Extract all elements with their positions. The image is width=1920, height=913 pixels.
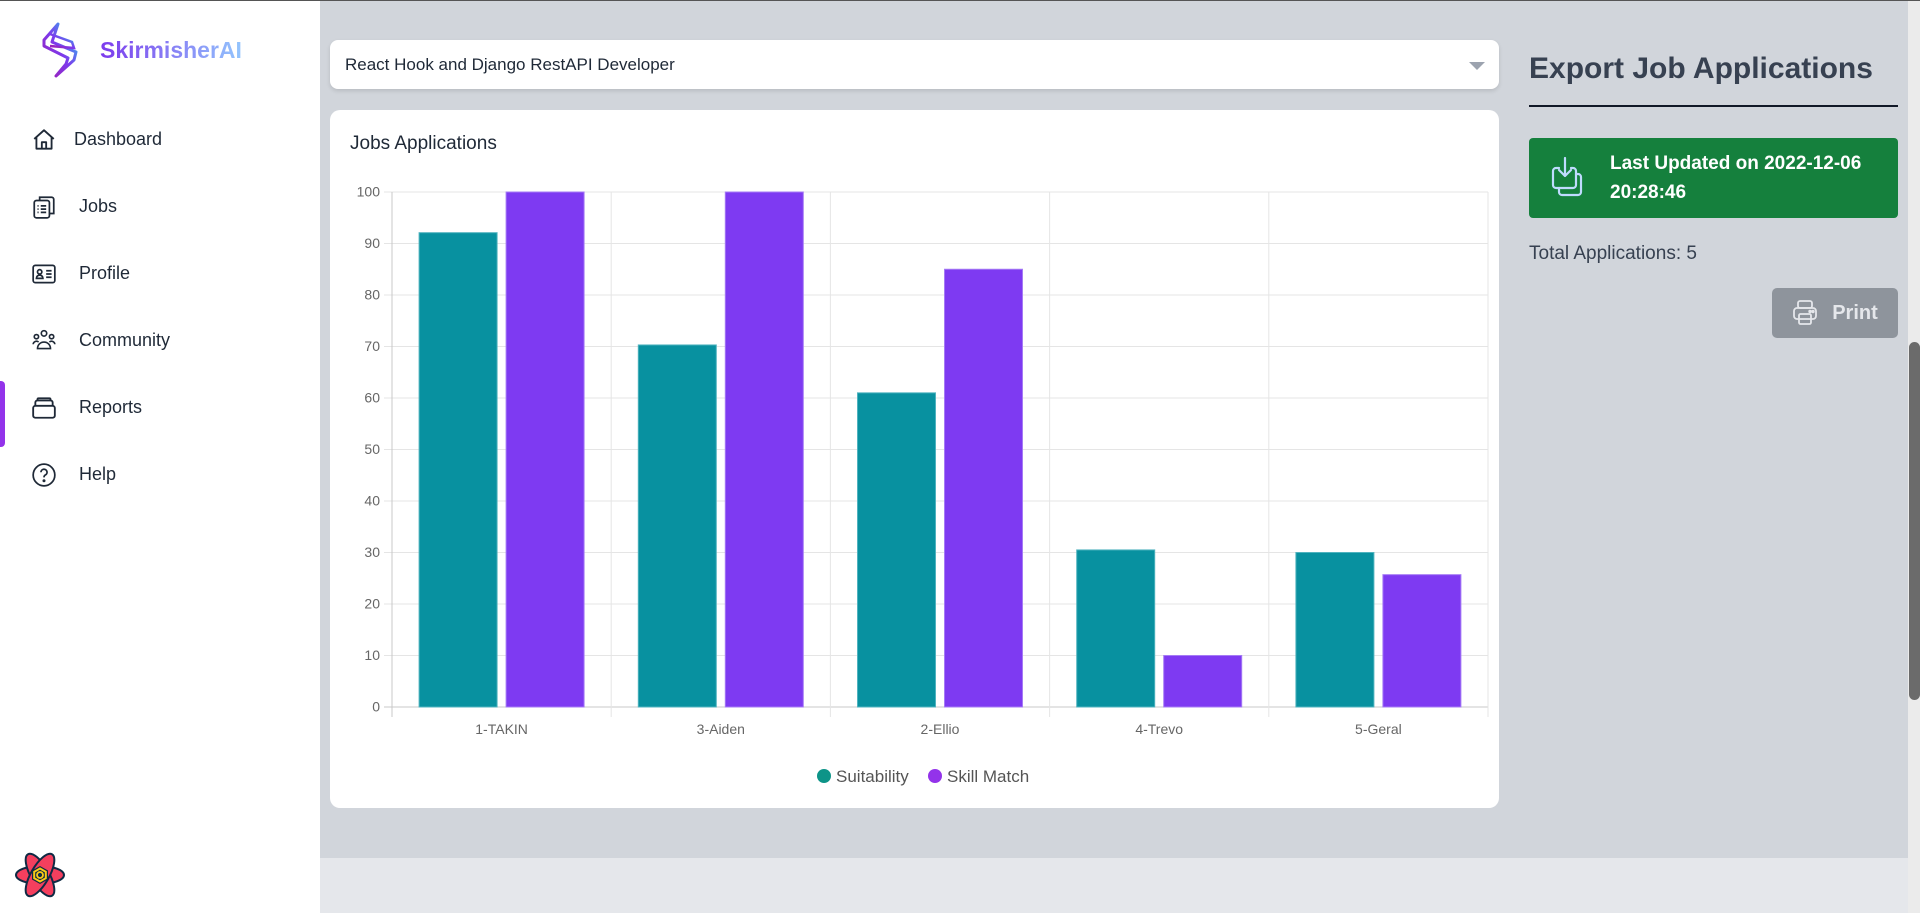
sidebar-item-dashboard[interactable]: Dashboard xyxy=(0,106,320,173)
job-select-dropdown[interactable]: React Hook and Django RestAPI Developer xyxy=(330,40,1499,89)
clipboard-list-icon xyxy=(33,195,55,219)
sidebar-item-label: Reports xyxy=(79,397,143,417)
bar-suitability-1-takin xyxy=(418,232,498,708)
y-tick-label: 0 xyxy=(372,699,380,715)
bar-skill-match-2-ellio xyxy=(944,268,1023,708)
legend-swatch xyxy=(928,769,942,783)
job-select-value: React Hook and Django RestAPI Developer xyxy=(345,54,675,74)
y-tick-label: 30 xyxy=(364,544,380,560)
printer-icon xyxy=(1793,300,1818,325)
window-top-border xyxy=(0,0,1920,1)
sidebar-item-label: Dashboard xyxy=(74,129,163,149)
brand-name: SkirmisherAI xyxy=(100,36,242,63)
total-applications: Total Applications: 5 xyxy=(1529,243,1697,264)
print-label: Print xyxy=(1832,301,1878,324)
bar-skill-match-4-trevo xyxy=(1163,655,1243,708)
chart-title: Jobs Applications xyxy=(350,133,497,154)
y-tick-label: 80 xyxy=(364,287,380,303)
legend-label: Skill Match xyxy=(947,767,1029,786)
y-tick-label: 50 xyxy=(364,441,380,457)
divider xyxy=(1529,105,1898,107)
y-tick-label: 90 xyxy=(364,235,380,251)
scrollbar-thumb[interactable] xyxy=(1909,342,1920,700)
chart-card: 0 10 20 30 40 50 60 70 80 90 100 1-TAKIN 3-Aiden 2-El… xyxy=(330,110,1499,808)
sidebar-item-profile[interactable]: Profile xyxy=(0,240,320,307)
print-button[interactable]: Print xyxy=(1772,288,1898,338)
bar-skill-match-1-takin xyxy=(505,191,585,708)
x-tick-label: 2-Ellio xyxy=(921,721,960,737)
bar-suitability-5-geral xyxy=(1295,552,1375,708)
y-tick-label: 20 xyxy=(364,596,380,612)
last-updated-text: Last Updated on 2022-12-06 20:28:46 xyxy=(1610,153,1862,203)
download-icon xyxy=(1551,156,1583,197)
sidebar-item-community[interactable]: Community xyxy=(0,307,320,374)
sidebar-item-label: Community xyxy=(79,330,171,350)
y-tick-label: 60 xyxy=(364,390,380,406)
main-content: React Hook and Django RestAPI Developer … xyxy=(320,0,1908,858)
sidebar-item-reports[interactable]: Reports xyxy=(0,374,320,447)
bar-chart: 0 10 20 30 40 50 60 70 80 90 100 1-TAKIN 3-Aiden 2-El… xyxy=(357,184,1489,786)
y-tick-label: 70 xyxy=(364,338,380,354)
id-card-icon xyxy=(32,263,56,284)
skirmisher-logo-icon xyxy=(42,22,78,78)
question-circle-icon xyxy=(32,462,56,487)
x-tick-label: 1-TAKIN xyxy=(475,721,528,737)
sidebar-item-label: Jobs xyxy=(79,196,118,216)
sidebar-item-help[interactable]: Help xyxy=(0,441,320,508)
chevron-down-icon xyxy=(1469,62,1485,70)
legend-swatch xyxy=(817,769,831,783)
sidebar: SkirmisherAI Dashboard Jobs Profile Comm… xyxy=(0,0,320,913)
sidebar-nav: Dashboard Jobs Profile Community Reports… xyxy=(0,106,320,508)
bar-skill-match-3-aiden xyxy=(724,191,804,708)
x-tick-label: 5-Geral xyxy=(1355,721,1402,737)
export-download-button[interactable]: Last Updated on 2022-12-06 20:28:46 xyxy=(1529,138,1898,218)
bar-suitability-2-ellio xyxy=(857,392,936,708)
bar-suitability-3-aiden xyxy=(637,344,717,708)
archive-box-icon xyxy=(32,396,56,419)
sidebar-item-label: Help xyxy=(79,464,117,484)
x-tick-label: 4-Trevo xyxy=(1135,721,1183,737)
legend-label: Suitability xyxy=(836,767,909,786)
y-tick-label: 10 xyxy=(364,647,380,663)
y-tick-label: 100 xyxy=(357,184,381,200)
sidebar-item-jobs[interactable]: Jobs xyxy=(0,173,320,240)
home-icon xyxy=(33,128,55,150)
sidebar-item-label: Profile xyxy=(79,263,131,283)
brand[interactable]: SkirmisherAI xyxy=(38,22,242,78)
bar-suitability-4-trevo xyxy=(1076,549,1156,708)
bar-skill-match-5-geral xyxy=(1382,574,1462,708)
users-group-icon xyxy=(32,329,56,349)
x-tick-label: 3-Aiden xyxy=(697,721,745,737)
react-atom-icon[interactable] xyxy=(14,852,66,898)
export-title: Export Job Applications xyxy=(1529,52,1873,85)
y-tick-label: 40 xyxy=(364,493,380,509)
